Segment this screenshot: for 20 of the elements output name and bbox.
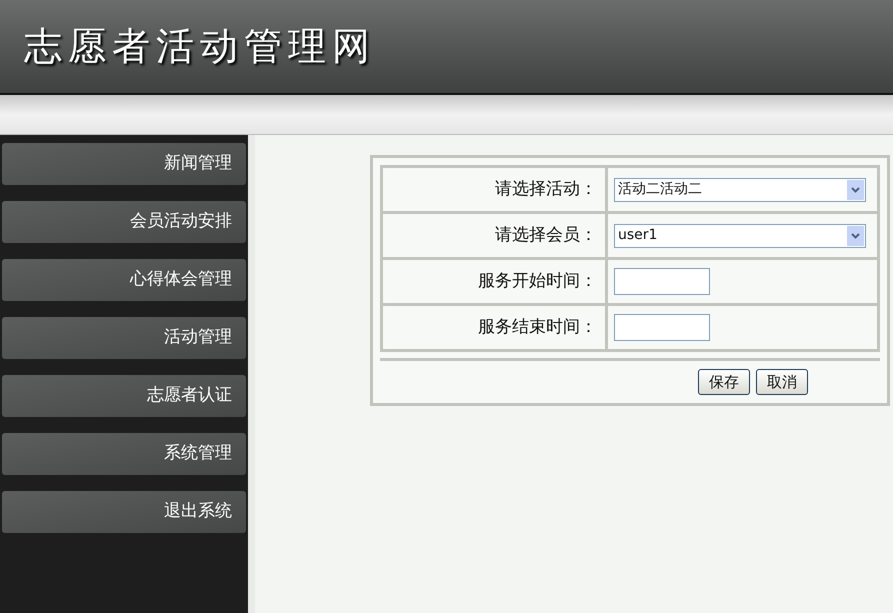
dropdown[interactable]: user1 — [614, 224, 866, 248]
chevron-down-icon — [847, 226, 864, 246]
input-field[interactable] — [614, 314, 710, 341]
chevron-down-icon — [847, 180, 864, 200]
nav-item[interactable]: 退出系统 — [2, 491, 246, 533]
field-label: 服务结束时间： — [478, 316, 597, 337]
nav-item[interactable]: 志愿者认证 — [2, 375, 246, 417]
input-field[interactable] — [614, 268, 710, 295]
field-label: 服务开始时间： — [478, 270, 597, 291]
nav-item[interactable]: 活动管理 — [2, 317, 246, 359]
form-button[interactable]: 保存 — [698, 369, 750, 395]
dropdown[interactable]: 活动二活动二 — [614, 178, 866, 202]
form-button[interactable]: 取消 — [756, 369, 808, 395]
field-label: 请选择活动： — [495, 178, 597, 199]
nav-item[interactable]: 会员活动安排 — [2, 201, 246, 243]
site-title: 志愿者活动管理网 — [24, 23, 376, 70]
field-label: 请选择会员： — [495, 224, 597, 245]
nav-item[interactable]: 心得体会管理 — [2, 259, 246, 301]
nav-item[interactable]: 系统管理 — [2, 433, 246, 475]
nav-item[interactable]: 新闻管理 — [2, 143, 246, 185]
